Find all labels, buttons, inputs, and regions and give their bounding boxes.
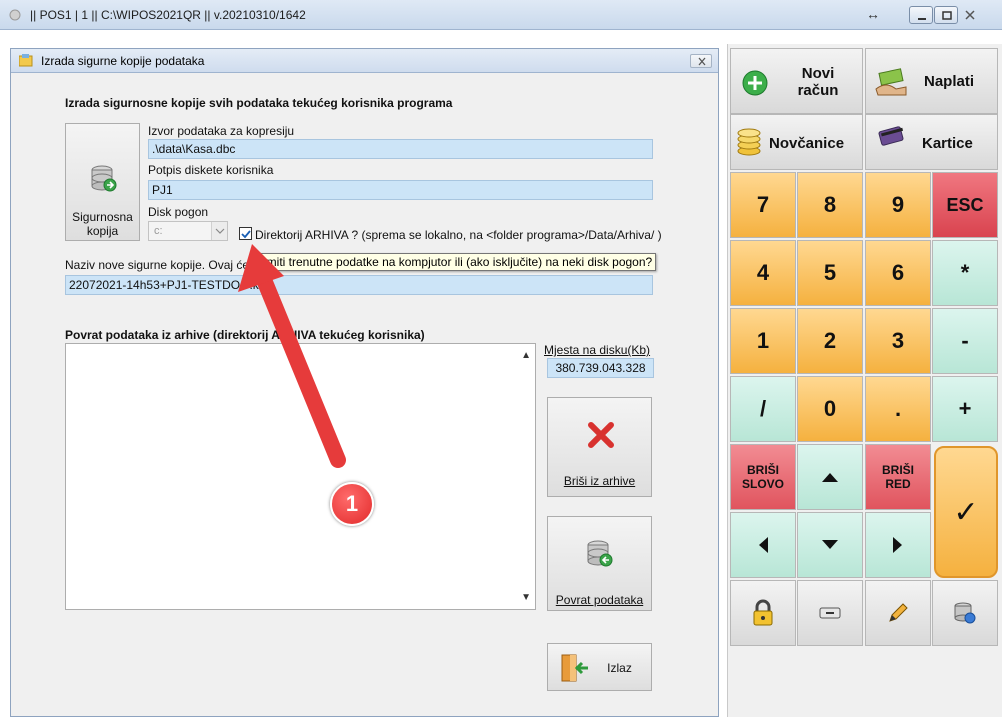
confirm-button[interactable]: ✓ bbox=[934, 446, 998, 578]
backup-section-title: Izrada sigurnosne kopije svih podataka t… bbox=[65, 96, 453, 110]
minimize-button[interactable] bbox=[909, 6, 933, 24]
lock-button[interactable] bbox=[730, 580, 796, 646]
arrow-right-button[interactable] bbox=[865, 512, 931, 578]
arrow-up-icon bbox=[822, 473, 838, 482]
arrow-left-button[interactable] bbox=[730, 512, 796, 578]
disk-label: Disk pogon bbox=[148, 205, 209, 219]
annotation-arrow-icon bbox=[238, 244, 346, 468]
new-bill-button[interactable]: Novi račun bbox=[730, 48, 863, 114]
key-2[interactable]: 2 bbox=[797, 308, 863, 374]
exit-button[interactable]: Izlaz bbox=[547, 643, 652, 691]
delete-button-label: Briši iz arhive bbox=[563, 474, 636, 488]
restore-button[interactable]: Povrat podataka bbox=[547, 516, 652, 611]
key-4[interactable]: 4 bbox=[730, 240, 796, 306]
new-bill-label: Novi račun bbox=[797, 65, 839, 99]
credit-card-icon bbox=[878, 126, 904, 146]
delete-char-label-1: BRIŠI bbox=[746, 463, 779, 477]
signature-label: Potpis diskete korisnika bbox=[148, 163, 274, 177]
scroll-up-icon[interactable]: ▲ bbox=[521, 350, 531, 361]
arrow-left-icon bbox=[759, 537, 768, 553]
key-multiply[interactable]: * bbox=[932, 240, 998, 306]
database-icon bbox=[954, 602, 976, 624]
delete-x-icon bbox=[588, 422, 614, 448]
scroll-down-icon[interactable]: ▼ bbox=[521, 592, 531, 603]
window-title: || POS1 | 1 || C:\WIPOS2021QR || v.20210… bbox=[30, 8, 306, 22]
drawer-button[interactable] bbox=[797, 580, 863, 646]
cash-label: Novčanice bbox=[769, 135, 845, 152]
key-minus[interactable]: - bbox=[932, 308, 998, 374]
arrow-down-icon bbox=[822, 540, 838, 549]
key-3[interactable]: 3 bbox=[865, 308, 931, 374]
delete-row-button[interactable]: BRIŠI RED bbox=[865, 444, 931, 510]
delete-row-label-2: RED bbox=[885, 477, 911, 491]
coins-icon bbox=[737, 128, 761, 156]
close-icon bbox=[965, 10, 975, 20]
delete-from-archive-button[interactable]: Briši iz arhive bbox=[547, 397, 652, 497]
cash-button[interactable]: Novčanice bbox=[730, 114, 863, 170]
source-label: Izvor podataka za kopresiju bbox=[148, 124, 295, 138]
key-plus[interactable]: + bbox=[932, 376, 998, 442]
key-9[interactable]: 9 bbox=[865, 172, 931, 238]
signature-field[interactable]: PJ1 bbox=[148, 180, 653, 200]
chevron-down-icon bbox=[211, 222, 227, 240]
edit-button[interactable] bbox=[865, 580, 931, 646]
lock-icon bbox=[753, 599, 773, 626]
backup-button[interactable]: Sigurnosna kopija bbox=[65, 123, 140, 241]
key-5[interactable]: 5 bbox=[797, 240, 863, 306]
database-restore-icon bbox=[587, 540, 613, 567]
key-0[interactable]: 0 bbox=[797, 376, 863, 442]
dialog-title: Izrada sigurne kopije podataka bbox=[41, 54, 205, 68]
pay-button[interactable]: Naplati bbox=[865, 48, 998, 114]
maximize-button[interactable] bbox=[934, 6, 958, 24]
money-hand-icon bbox=[875, 68, 907, 96]
dialog-icon bbox=[19, 54, 33, 67]
close-icon bbox=[698, 57, 706, 66]
callout-badge: 1 bbox=[330, 482, 374, 526]
key-divide[interactable]: / bbox=[730, 376, 796, 442]
backup-button-label: Sigurnosna kopija bbox=[72, 210, 133, 238]
source-field[interactable]: .\data\Kasa.dbc bbox=[148, 139, 653, 159]
plus-circle-icon bbox=[742, 70, 768, 96]
dialog-titlebar: Izrada sigurne kopije podataka bbox=[11, 49, 718, 73]
cards-label: Kartice bbox=[922, 135, 973, 152]
cash-drawer-icon bbox=[819, 607, 841, 619]
exit-button-label: Izlaz bbox=[607, 661, 632, 675]
key-dot[interactable]: . bbox=[865, 376, 931, 442]
key-1[interactable]: 1 bbox=[730, 308, 796, 374]
disk-space-label: Mjesta na disku(Kb) bbox=[544, 343, 651, 357]
key-7[interactable]: 7 bbox=[730, 172, 796, 238]
cards-button[interactable]: Kartice bbox=[865, 114, 998, 170]
new-name-field[interactable]: 22072021-14h53+PJ1-TESTDOO.ka bbox=[65, 275, 653, 295]
arrow-down-button[interactable] bbox=[797, 512, 863, 578]
window-titlebar: || POS1 | 1 || C:\WIPOS2021QR || v.20210… bbox=[0, 0, 1002, 30]
key-esc[interactable]: ESC bbox=[932, 172, 998, 238]
resize-icon[interactable]: ↔ bbox=[866, 6, 880, 22]
disk-space-field: 380.739.043.328 bbox=[547, 358, 654, 378]
key-8[interactable]: 8 bbox=[797, 172, 863, 238]
key-6[interactable]: 6 bbox=[865, 240, 931, 306]
delete-char-button[interactable]: BRIŠI SLOVO bbox=[730, 444, 796, 510]
database-add-icon bbox=[91, 165, 117, 192]
arrow-up-button[interactable] bbox=[797, 444, 863, 510]
new-name-label: Naziv nove sigurne kopije. Ovaj će bbox=[65, 258, 250, 272]
close-button[interactable] bbox=[959, 6, 981, 24]
delete-row-label-1: BRIŠI bbox=[881, 463, 914, 477]
minimize-icon bbox=[918, 18, 926, 20]
delete-char-label-2: SLOVO bbox=[741, 477, 784, 491]
maximize-icon bbox=[942, 11, 952, 20]
restore-button-label: Povrat podataka bbox=[555, 593, 644, 607]
database-button[interactable] bbox=[932, 580, 998, 646]
pay-label: Naplati bbox=[924, 73, 975, 90]
pencil-icon bbox=[889, 603, 908, 622]
disk-value: c: bbox=[154, 225, 163, 237]
disk-dropdown[interactable]: c: bbox=[148, 221, 228, 241]
arrow-right-icon bbox=[893, 537, 902, 553]
dialog-close-button[interactable] bbox=[690, 54, 712, 68]
app-icon bbox=[9, 9, 21, 21]
